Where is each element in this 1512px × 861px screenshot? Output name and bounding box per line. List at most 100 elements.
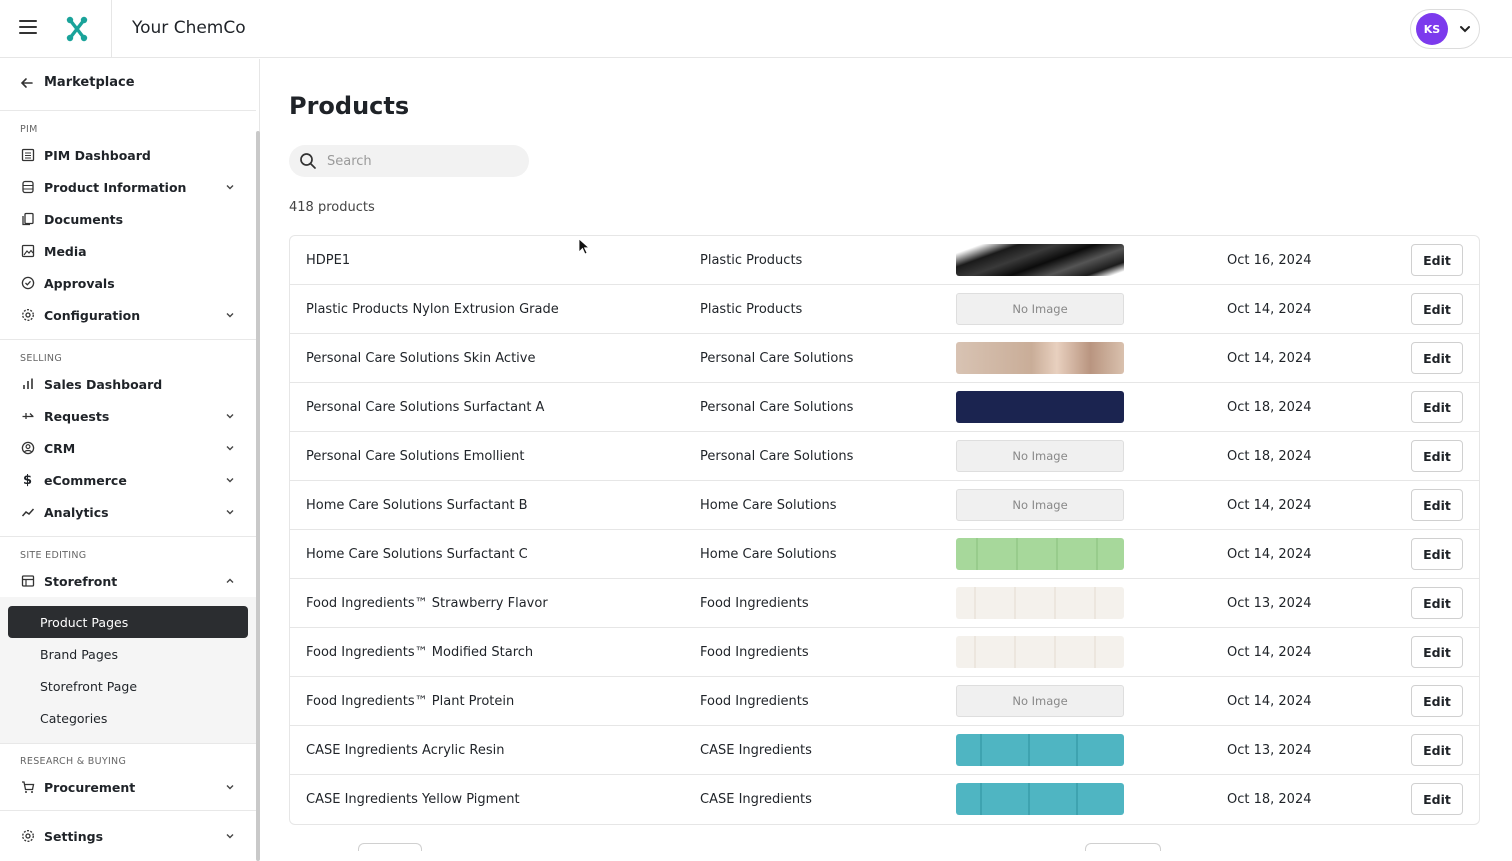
edit-button[interactable]: Edit [1411,538,1463,570]
sidebar-item-label: Storefront [44,573,118,589]
database-icon [20,180,35,195]
settings-icon [20,308,35,323]
sidebar-scrollbar[interactable] [256,131,260,861]
product-thumbnail [956,783,1124,815]
chevron-down-icon [226,478,234,483]
table-row[interactable]: Personal Care Solutions Skin Active Pers… [290,334,1479,383]
edit-button[interactable]: Edit [1411,342,1463,374]
sidebar-divider [0,536,256,537]
sidebar-item-label: Settings [44,828,104,844]
brand-logo-icon[interactable] [66,16,88,42]
table-row[interactable]: HDPE1 Plastic Products Oct 16, 2024 Edit [290,236,1479,285]
table-row[interactable]: Food Ingredients™ Strawberry Flavor Food… [290,579,1479,628]
sidebar-item-requests[interactable]: Requests [20,402,236,430]
table-row[interactable]: Personal Care Solutions Surfactant A Per… [290,383,1479,432]
sidebar-item-label: Procurement [44,779,136,795]
edit-button[interactable]: Edit [1411,440,1463,472]
section-label-research-buying: RESEARCH & BUYING [20,756,127,767]
edit-button[interactable]: Edit [1411,293,1463,325]
menu-icon[interactable] [19,20,37,34]
sidebar-item-analytics[interactable]: Analytics [20,498,236,526]
sidebar-item-pim-dashboard[interactable]: PIM Dashboard [20,141,236,169]
sidebar-item-label: PIM Dashboard [44,147,151,163]
chevron-down-icon [226,414,234,419]
sidebar-item-ecommerce[interactable]: $ eCommerce [20,466,236,494]
product-category: Home Care Solutions [700,497,837,513]
sidebar-divider [0,110,256,111]
product-category: Home Care Solutions [700,546,837,562]
product-name[interactable]: Food Ingredients™ Strawberry Flavor [306,596,548,611]
table-row[interactable]: Home Care Solutions Surfactant B Home Ca… [290,481,1479,530]
product-name[interactable]: Food Ingredients™ Modified Starch [306,645,533,660]
product-image-placeholder: No Image [956,489,1124,521]
edit-button[interactable]: Edit [1411,391,1463,423]
product-name[interactable]: Plastic Products Nylon Extrusion Grade [306,302,559,317]
product-thumbnail [956,587,1124,619]
sidebar-item-product-information[interactable]: Product Information [20,173,236,201]
product-date: Oct 18, 2024 [1227,792,1312,807]
sidebar-subitem-brand-pages[interactable]: Brand Pages [8,638,248,670]
product-name[interactable]: HDPE1 [306,253,350,268]
edit-button[interactable]: Edit [1411,489,1463,521]
sidebar-item-sales-dashboard[interactable]: Sales Dashboard [20,370,236,398]
products-table: HDPE1 Plastic Products Oct 16, 2024 Edit… [289,235,1480,825]
product-name[interactable]: CASE Ingredients Acrylic Resin [306,743,504,758]
sidebar-item-procurement[interactable]: Procurement [20,773,236,801]
sidebar-item-documents[interactable]: Documents [20,205,236,233]
table-row[interactable]: Home Care Solutions Surfactant C Home Ca… [290,530,1479,579]
product-image-placeholder: No Image [956,440,1124,472]
chevron-down-icon [226,313,234,318]
edit-button[interactable]: Edit [1411,734,1463,766]
product-category: Plastic Products [700,252,803,268]
product-name[interactable]: Personal Care Solutions Emollient [306,449,525,464]
sidebar-item-crm[interactable]: CRM [20,434,236,462]
product-category: Personal Care Solutions [700,350,854,366]
sidebar-item-label: Documents [44,211,124,227]
table-row[interactable]: Food Ingredients™ Plant Protein Food Ing… [290,677,1479,726]
product-name[interactable]: Personal Care Solutions Surfactant A [306,400,544,415]
edit-button[interactable]: Edit [1411,587,1463,619]
product-name[interactable]: Personal Care Solutions Skin Active [306,351,535,366]
table-row[interactable]: Food Ingredients™ Modified Starch Food I… [290,628,1479,677]
cart-icon [20,780,35,795]
edit-button[interactable]: Edit [1411,636,1463,668]
edit-button[interactable]: Edit [1411,783,1463,815]
sidebar-item-storefront[interactable]: Storefront [20,567,236,595]
sidebar-item-approvals[interactable]: Approvals [20,269,236,297]
product-date: Oct 14, 2024 [1227,546,1312,562]
edit-button[interactable]: Edit [1411,685,1463,717]
product-thumbnail [956,538,1124,570]
chevron-down-icon [226,834,234,839]
product-name[interactable]: CASE Ingredients Yellow Pigment [306,792,520,807]
product-thumbnail [956,734,1124,766]
edit-button[interactable]: Edit [1411,244,1463,276]
product-category: Personal Care Solutions [700,448,854,464]
sidebar-item-label: Analytics [44,504,109,520]
sidebar-divider [0,810,256,811]
table-row[interactable]: Personal Care Solutions Emollient Person… [290,432,1479,481]
sidebar-subitem-product-pages[interactable]: Product Pages [8,606,248,638]
sidebar-item-configuration[interactable]: Configuration [20,301,236,329]
product-name[interactable]: Home Care Solutions Surfactant C [306,547,528,562]
search-input[interactable] [327,153,517,169]
product-name[interactable]: Home Care Solutions Surfactant B [306,498,528,513]
back-to-marketplace-link[interactable]: Marketplace [20,75,135,90]
user-menu-button[interactable]: KS [1410,9,1480,49]
table-row[interactable]: CASE Ingredients Yellow Pigment CASE Ing… [290,775,1479,824]
section-label-selling: SELLING [20,353,62,364]
sidebar-item-media[interactable]: Media [20,237,236,265]
sidebar-item-settings[interactable]: Settings [20,822,236,850]
user-circle-icon [20,441,35,456]
table-row[interactable]: Plastic Products Nylon Extrusion Grade P… [290,285,1479,334]
sidebar-subitem-categories[interactable]: Categories [8,702,248,734]
product-category: Plastic Products [700,301,803,317]
product-image-placeholder: No Image [956,293,1124,325]
product-date: Oct 18, 2024 [1227,448,1312,464]
table-row[interactable]: CASE Ingredients Acrylic Resin CASE Ingr… [290,726,1479,775]
product-name[interactable]: Food Ingredients™ Plant Protein [306,694,514,709]
product-category: Food Ingredients [700,595,809,611]
dashboard-icon [20,148,35,163]
product-date: Oct 14, 2024 [1227,644,1312,660]
search-box[interactable] [289,145,529,177]
sidebar-subitem-storefront-page[interactable]: Storefront Page [8,670,248,702]
